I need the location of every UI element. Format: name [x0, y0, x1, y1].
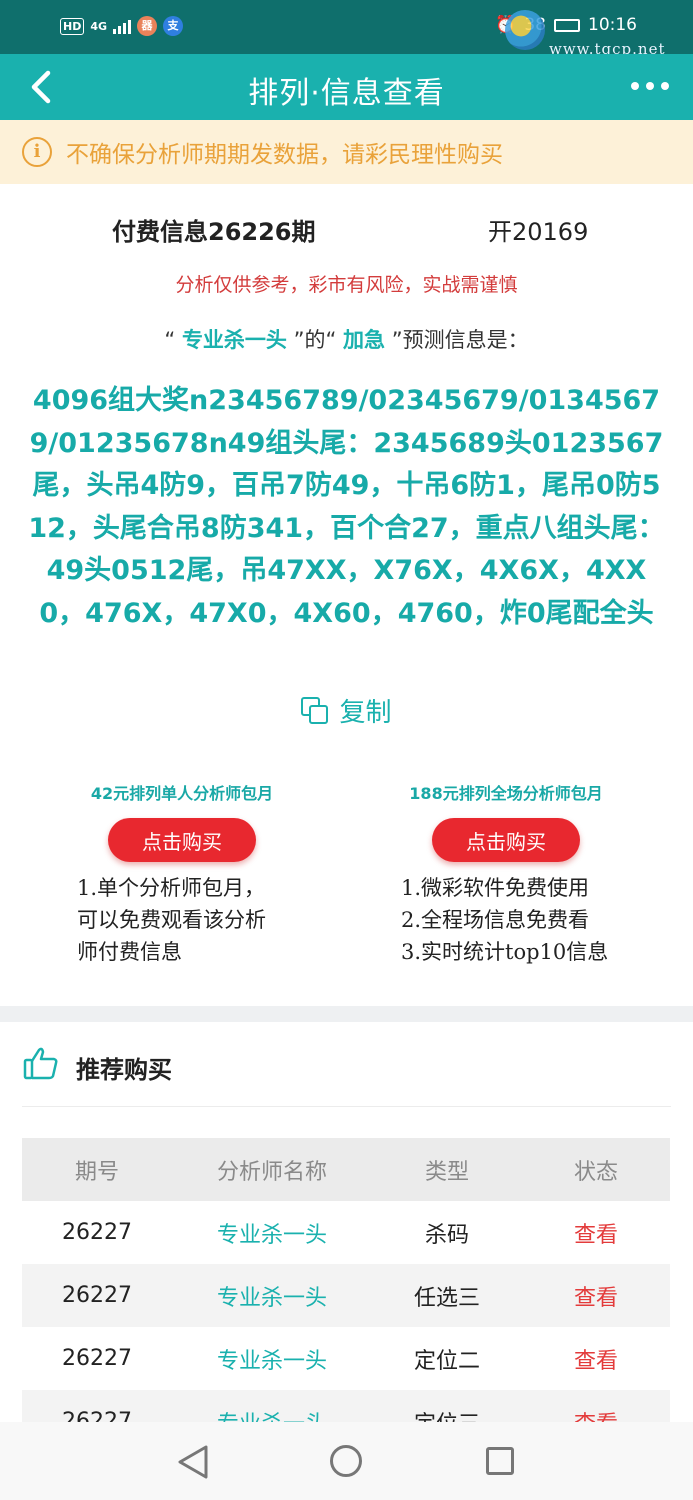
plan-description: 1.单个分析师包月， 可以免费观看该分析 师付费信息 — [32, 872, 332, 968]
type-cell: 定位二 — [413, 1348, 480, 1374]
alipay-notification-icon: 支 — [163, 16, 184, 36]
copy-label: 复制 — [339, 698, 392, 728]
watermark: www.tqcp.net — [505, 10, 685, 60]
thumbs-up-icon — [23, 1047, 58, 1080]
notice-text: 不确保分析师期期发数据，请彩民理性购买 — [66, 142, 503, 168]
table-header: 期号 分析师名称 类型 状态 — [22, 1138, 670, 1201]
column-header: 期号 — [74, 1159, 119, 1185]
plan-line: 师付费信息 — [77, 940, 182, 964]
divider — [22, 1106, 671, 1107]
issue-cell: 26227 — [62, 1346, 132, 1371]
predict-mid: ”的“ — [286, 328, 344, 352]
plan-line: 1.单个分析师包月， — [77, 876, 266, 900]
open-result: 开20169 — [488, 218, 589, 246]
watermark-logo-icon — [505, 10, 545, 50]
plan-description: 1.微彩软件免费使用 2.全程场信息免费看 3.实时统计top10信息 — [356, 872, 656, 968]
recommend-table: 期号 分析师名称 类型 状态 26227 专业杀一头 杀码 查看 26227 专… — [22, 1138, 670, 1453]
plan-single-analyst: 42元排列单人分析师包月 点击购买 1.单个分析师包月， 可以免费观看该分析 师… — [32, 780, 332, 968]
plan-line: 2.全程场信息免费看 — [401, 908, 590, 932]
issue-cell: 26227 — [62, 1283, 132, 1308]
quote-open: “ — [164, 328, 182, 352]
recommend-title: 推荐购买 — [76, 1056, 172, 1084]
analyst-link[interactable]: 专业杀一头 — [182, 328, 287, 352]
column-header: 分析师名称 — [216, 1159, 327, 1185]
column-header: 类型 — [424, 1159, 469, 1185]
hd-indicator: HD — [60, 17, 85, 35]
more-options-icon[interactable] — [631, 82, 669, 90]
nav-recent-apps-icon[interactable] — [486, 1447, 514, 1475]
type-cell: 杀码 — [424, 1222, 469, 1248]
plan-all-analysts: 188元排列全场分析师包月 点击购买 1.微彩软件免费使用 2.全程场信息免费看… — [356, 780, 656, 968]
system-nav-bar — [0, 1422, 693, 1500]
network-type: 4G — [90, 19, 108, 33]
nav-home-icon[interactable] — [330, 1445, 362, 1477]
plan-line: 可以免费观看该分析 — [77, 908, 266, 932]
category-label: 加急 — [343, 328, 386, 352]
copy-icon — [301, 696, 329, 725]
notice-banner: i 不确保分析师期期发数据，请彩民理性购买 — [0, 120, 693, 184]
info-icon: i — [22, 137, 52, 167]
plan-line: 3.实时统计top10信息 — [401, 940, 609, 964]
info-card: 付费信息26226期 开20169 分析仅供参考，彩市有风险，实战需谨慎 “ 专… — [0, 184, 693, 1006]
signal-icon — [113, 18, 132, 34]
view-link[interactable]: 查看 — [522, 1280, 670, 1312]
page-title: 排列·信息查看 — [248, 76, 445, 111]
issue-cell: 26227 — [62, 1220, 132, 1245]
copy-button[interactable]: 复制 — [0, 692, 693, 729]
column-header: 状态 — [573, 1159, 618, 1185]
plan-title: 188元排列全场分析师包月 — [409, 784, 603, 803]
predict-suffix: ”预测信息是： — [385, 328, 529, 352]
issue-title: 付费信息26226期 — [112, 218, 316, 246]
buy-button-all[interactable]: 点击购买 — [432, 818, 580, 862]
predict-header: “ 专业杀一头 ”的“ 加急 ”预测信息是： — [0, 324, 693, 354]
plan-line: 1.微彩软件免费使用 — [401, 876, 590, 900]
nav-back-icon[interactable] — [176, 1444, 210, 1480]
view-link[interactable]: 查看 — [522, 1343, 670, 1375]
table-row[interactable]: 26227 专业杀一头 杀码 查看 — [22, 1201, 670, 1264]
type-cell: 任选三 — [413, 1285, 480, 1311]
app-notification-icon: 器 — [137, 16, 158, 36]
title-bar: 排列·信息查看 — [0, 54, 693, 120]
buy-button-single[interactable]: 点击购买 — [108, 818, 256, 862]
analyst-cell[interactable]: 专业杀一头 — [172, 1217, 372, 1249]
table-row[interactable]: 26227 专业杀一头 任选三 查看 — [22, 1264, 670, 1327]
prediction-content: 4096组大奖n23456789/02345679/01345679/01235… — [28, 385, 665, 629]
table-row[interactable]: 26227 专业杀一头 定位二 查看 — [22, 1327, 670, 1390]
analyst-cell[interactable]: 专业杀一头 — [172, 1343, 372, 1375]
risk-warning: 分析仅供参考，彩市有风险，实战需谨慎 — [175, 274, 518, 296]
analyst-cell[interactable]: 专业杀一头 — [172, 1280, 372, 1312]
status-bar: HD 4G 器 支 ⏰ 38 10:16 www.tqcp.net — [0, 0, 693, 58]
plan-title: 42元排列单人分析师包月 — [90, 784, 274, 803]
view-link[interactable]: 查看 — [522, 1217, 670, 1249]
